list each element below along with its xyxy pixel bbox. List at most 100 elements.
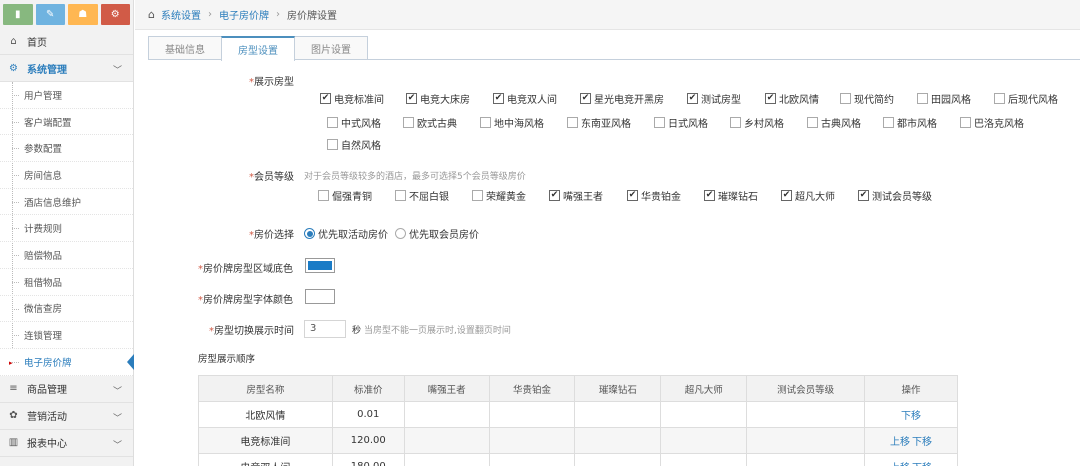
sidebar-item-chain[interactable]: 连锁管理 — [0, 322, 133, 349]
member-level-checkbox[interactable]: 荣耀黄金 — [472, 188, 526, 203]
tab-image-settings[interactable]: 图片设置 — [294, 36, 368, 60]
member-price-cell[interactable] — [488, 427, 576, 454]
move-down-link[interactable]: 下移 — [912, 437, 932, 448]
checkbox-box[interactable] — [960, 117, 971, 128]
room-type-checkbox[interactable]: 后现代风格 — [994, 91, 1058, 106]
room-type-checkbox[interactable]: 日式风格 — [654, 115, 708, 130]
check-icon[interactable]: ✔ — [858, 190, 869, 201]
room-type-checkbox[interactable]: 欧式古典 — [403, 115, 457, 130]
member-price-cell[interactable] — [403, 453, 490, 466]
nav-home[interactable]: ⌂ 首页 — [0, 28, 133, 55]
member-price-cell[interactable] — [488, 401, 576, 428]
font-color-picker[interactable] — [305, 289, 335, 304]
member-price-cell[interactable] — [660, 401, 748, 428]
room-type-checkbox[interactable]: 自然风格 — [327, 137, 381, 152]
nav-goods[interactable]: ≡ 商品管理 ﹀ — [0, 376, 133, 403]
checkbox-box[interactable] — [327, 117, 338, 128]
sidebar-item-client-config[interactable]: 客户端配置 — [0, 109, 133, 136]
checkbox-box[interactable] — [840, 93, 851, 104]
nav-marketing[interactable]: ✿ 营销活动 ﹀ — [0, 403, 133, 430]
checkbox-box[interactable] — [567, 117, 578, 128]
home-icon[interactable]: ⌂ — [148, 8, 155, 21]
checkbox-box[interactable] — [318, 190, 329, 201]
member-price-cell[interactable] — [574, 453, 662, 466]
member-price-cell[interactable] — [403, 401, 490, 428]
member-price-cell[interactable] — [746, 427, 866, 454]
nav-reports[interactable]: ▥ 报表中心 ﹀ — [0, 430, 133, 457]
member-price-cell[interactable] — [574, 427, 662, 454]
member-level-checkbox[interactable]: ✔ 超凡大师 — [781, 188, 835, 203]
member-price-cell[interactable] — [488, 453, 576, 466]
nav-system-management[interactable]: ⚙ 系统管理 ﹀ — [0, 55, 133, 82]
room-type-checkbox[interactable]: 中式风格 — [327, 115, 381, 130]
tab-basic-info[interactable]: 基础信息 — [148, 36, 222, 60]
sidebar-item-wechat[interactable]: 微信查房 — [0, 296, 133, 323]
member-level-checkbox[interactable]: ✔ 测试会员等级 — [858, 188, 932, 203]
interval-input[interactable]: 3 — [304, 320, 346, 338]
member-price-cell[interactable] — [746, 401, 866, 428]
member-price-cell[interactable] — [574, 401, 662, 428]
room-type-checkbox[interactable]: 巴洛克风格 — [960, 115, 1024, 130]
check-icon[interactable]: ✔ — [549, 190, 560, 201]
member-price-cell[interactable] — [660, 453, 748, 466]
room-type-checkbox[interactable]: 东南亚风格 — [567, 115, 631, 130]
room-type-checkbox[interactable]: ✔ 测试房型 — [687, 91, 741, 106]
sidebar-item-rooms[interactable]: 房间信息 — [0, 162, 133, 189]
check-icon[interactable]: ✔ — [493, 93, 504, 104]
member-price-cell[interactable] — [660, 427, 748, 454]
tab-room-type-settings[interactable]: 房型设置 — [221, 36, 295, 61]
sidebar-item-rentals[interactable]: 租借物品 — [0, 269, 133, 296]
room-type-checkbox[interactable]: 都市风格 — [883, 115, 937, 130]
sidebar-item-params[interactable]: 参数配置 — [0, 135, 133, 163]
room-type-checkbox[interactable]: ✔ 北欧风情 — [765, 91, 819, 106]
member-level-checkbox[interactable]: 不屈白银 — [395, 188, 449, 203]
checkbox-box[interactable] — [883, 117, 894, 128]
checkbox-box[interactable] — [472, 190, 483, 201]
member-level-checkbox[interactable]: ✔ 璀璨钻石 — [704, 188, 758, 203]
checkbox-box[interactable] — [395, 190, 406, 201]
room-type-checkbox[interactable]: ✔ 电竞标准间 — [320, 91, 384, 106]
checkbox-box[interactable] — [917, 93, 928, 104]
breadcrumb-price-board[interactable]: 电子房价牌 — [219, 7, 269, 22]
radio-indicator[interactable] — [395, 228, 406, 239]
check-icon[interactable]: ✔ — [781, 190, 792, 201]
member-level-checkbox[interactable]: ✔ 嘴强王者 — [549, 188, 603, 203]
checkbox-box[interactable] — [403, 117, 414, 128]
move-down-link[interactable]: 下移 — [901, 411, 921, 422]
signal-icon[interactable]: ▮ — [3, 4, 33, 25]
checkbox-box[interactable] — [480, 117, 491, 128]
move-up-link[interactable]: 上移 — [890, 437, 910, 448]
pencil-icon[interactable]: ✎ — [35, 4, 65, 25]
breadcrumb-system-settings[interactable]: 系统设置 — [161, 7, 201, 22]
check-icon[interactable]: ✔ — [406, 93, 417, 104]
room-type-checkbox[interactable]: 田园风格 — [917, 91, 971, 106]
room-type-checkbox[interactable]: ✔ 电竞大床房 — [406, 91, 470, 106]
checkbox-box[interactable] — [327, 139, 338, 150]
check-icon[interactable]: ✔ — [580, 93, 591, 104]
users-icon[interactable]: ☗ — [68, 4, 98, 25]
room-type-checkbox[interactable]: 古典风格 — [807, 115, 861, 130]
member-price-cell[interactable] — [403, 427, 490, 454]
checkbox-box[interactable] — [994, 93, 1005, 104]
room-type-checkbox[interactable]: 乡村风格 — [730, 115, 784, 130]
sidebar-item-billing[interactable]: 计费规则 — [0, 215, 133, 243]
check-icon[interactable]: ✔ — [320, 93, 331, 104]
price-option-activity[interactable]: 优先取活动房价 — [304, 226, 388, 241]
check-icon[interactable]: ✔ — [687, 93, 698, 104]
cogs-icon[interactable]: ⚙ — [100, 4, 130, 25]
room-type-checkbox[interactable]: ✔ 电竞双人间 — [493, 91, 557, 106]
member-level-checkbox[interactable]: ✔ 华贵铂金 — [627, 188, 681, 203]
check-icon[interactable]: ✔ — [704, 190, 715, 201]
checkbox-box[interactable] — [807, 117, 818, 128]
member-level-checkbox[interactable]: 倔强青铜 — [318, 188, 372, 203]
sidebar-item-hotel-info[interactable]: 酒店信息维护 — [0, 189, 133, 216]
check-icon[interactable]: ✔ — [627, 190, 638, 201]
member-price-cell[interactable] — [746, 453, 866, 466]
check-icon[interactable]: ✔ — [765, 93, 776, 104]
room-type-checkbox[interactable]: 地中海风格 — [480, 115, 544, 130]
room-type-checkbox[interactable]: 现代简约 — [840, 91, 894, 106]
checkbox-box[interactable] — [730, 117, 741, 128]
room-type-checkbox[interactable]: ✔ 星光电竞开黑房 — [580, 91, 664, 106]
price-option-member[interactable]: 优先取会员房价 — [395, 226, 479, 241]
sidebar-item-compensation[interactable]: 赔偿物品 — [0, 242, 133, 269]
